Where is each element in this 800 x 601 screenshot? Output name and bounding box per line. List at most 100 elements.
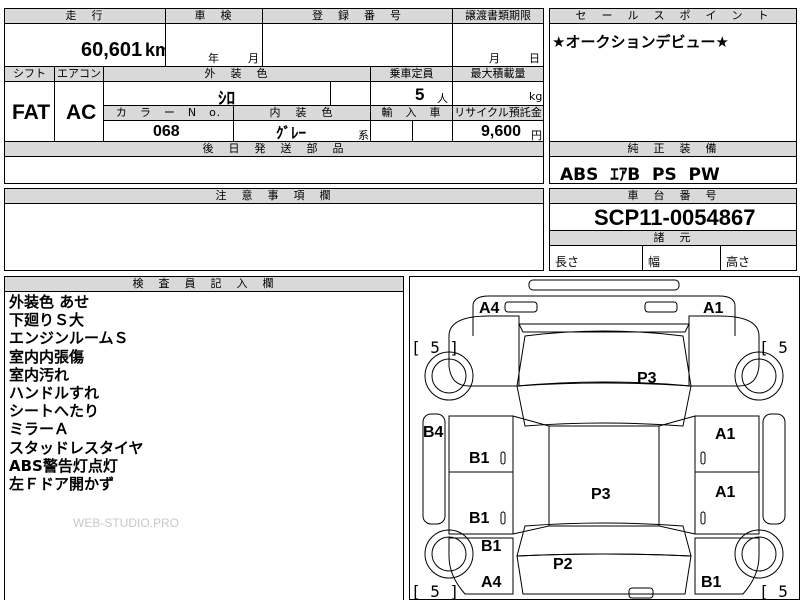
equipment-header: 純 正 装 備	[549, 141, 797, 157]
front-right-fender-shape	[688, 315, 760, 387]
tire-label: [ 5 ]	[759, 582, 800, 601]
remark-line: シートへたり	[9, 402, 100, 421]
chassis-header: 車 台 番 号	[549, 188, 797, 204]
shift-header: シフト	[4, 66, 55, 82]
car-outline	[409, 276, 800, 600]
aircon-header: エアコン	[54, 66, 104, 82]
inspection-cell: 年 月	[165, 23, 263, 67]
import-header: 輸 入 車	[370, 105, 453, 121]
exterior-color-extra	[330, 81, 371, 106]
front-left-fender-shape	[448, 315, 520, 387]
recycle-header: リサイクル預託金	[452, 105, 544, 121]
remark-line: 下廻りＳ大	[9, 311, 85, 330]
import-cell-b	[412, 120, 453, 142]
mileage-value: 60,601	[81, 39, 143, 61]
recycle-value: 9,600	[481, 123, 522, 140]
interior-color-header: 内 装 色	[233, 105, 371, 121]
notes-box	[4, 203, 544, 271]
interior-color-cell: ｸﾞﾚｰ 系	[233, 120, 371, 142]
chassis-value: SCP11-0054867	[594, 205, 756, 230]
color-no-value: 068	[153, 123, 180, 140]
transfer-header: 譲渡書類期限	[452, 8, 544, 24]
aircon-value: AC	[66, 101, 97, 124]
damage-label: P3	[591, 486, 611, 503]
remark-line: 外装色 あせ	[9, 293, 90, 311]
top-edge	[4, 0, 544, 9]
front-bumper-shape	[528, 279, 680, 291]
transfer-cell: 月 日	[452, 23, 544, 67]
remark-line: 室内内張傷	[9, 347, 85, 366]
damage-label: A4	[481, 574, 502, 591]
recycle-unit: 円	[531, 129, 542, 142]
shift-cell: FAT	[4, 81, 55, 142]
damage-label: A4	[479, 300, 500, 317]
damage-label: A1	[715, 484, 736, 501]
rear-right-door-shape	[694, 471, 760, 535]
width-label: 幅	[648, 255, 661, 269]
remark-line: ABS警告灯点灯	[9, 456, 118, 475]
remark-line: ミラーＡ	[9, 420, 70, 439]
damage-label: P2	[553, 556, 573, 573]
tire-label: [ 5 ]	[759, 338, 800, 357]
exterior-color-cell: ｼﾛ	[103, 81, 331, 106]
notes-header: 注 意 事 項 欄	[4, 188, 544, 204]
damage-label: A1	[715, 426, 736, 443]
equipment-value: ABS ｴｱB PS PW	[560, 165, 720, 185]
damage-label: B1	[469, 510, 490, 527]
registration-cell	[262, 23, 453, 67]
parts-later-header: 後 日 発 送 部 品	[4, 141, 544, 157]
length-cell: 長さ	[549, 245, 643, 271]
transfer-month-unit: 月	[489, 52, 500, 65]
color-no-cell: 068	[103, 120, 234, 142]
tire-label: [ 5 ]	[411, 338, 460, 357]
color-no-header: カ ラ ー N o.	[103, 105, 234, 121]
chassis-box: SCP11-0054867	[549, 203, 797, 231]
capacity-header: 乗車定員	[370, 66, 453, 82]
mileage-unit: km	[145, 40, 165, 60]
damage-label: A1	[703, 300, 724, 317]
height-label: 高さ	[726, 255, 751, 269]
transfer-day-unit: 日	[529, 52, 540, 65]
capacity-unit: 人	[437, 92, 448, 105]
right-sill-shape	[762, 413, 786, 525]
sales-text: ★オークションデビュー★	[552, 33, 729, 51]
width-cell: 幅	[642, 245, 721, 271]
interior-color-value: ｸﾞﾚｰ	[276, 124, 307, 142]
damage-label: B1	[481, 538, 502, 555]
capacity-cell: 5 人	[370, 81, 453, 106]
damage-label: B1	[469, 450, 490, 467]
import-cell-a	[370, 120, 413, 142]
sales-header: セ ー ル ス ポ イ ン ト	[549, 8, 797, 24]
hood-shape	[516, 330, 692, 387]
inspector-box: 外装色 あせ 下廻りＳ大 エンジンルームＳ 室内内張傷 室内汚れ ハンドルすれ …	[4, 291, 404, 600]
mileage-header: 走 行	[4, 8, 166, 24]
inspection-year-unit: 年	[208, 52, 219, 65]
parts-later-cell	[4, 156, 544, 184]
windshield-shape	[516, 381, 692, 427]
damage-label: B4	[423, 424, 444, 441]
length-label: 長さ	[555, 255, 580, 269]
remark-line: エンジンルームＳ	[9, 329, 129, 348]
height-cell: 高さ	[720, 245, 797, 271]
vehicle-info-grid: 走 行 車 検 登 録 番 号 譲渡書類期限 60,601 km 年 月 月 日…	[4, 8, 544, 184]
remark-line: 左Ｆドア開かず	[9, 475, 115, 494]
headlight-right-shape	[644, 301, 678, 313]
equipment-box: ABS ｴｱB PS PW	[549, 156, 797, 185]
specs-header: 諸 元	[549, 230, 797, 246]
mileage-cell: 60,601 km	[4, 23, 166, 67]
damage-label: B1	[701, 574, 722, 591]
sales-box: ★オークションデビュー★	[549, 23, 797, 142]
remark-line: 室内汚れ	[9, 365, 70, 384]
roof-shape	[548, 425, 660, 527]
max-load-cell: kg	[452, 81, 544, 106]
remark-line: ハンドルすれ	[9, 384, 100, 403]
exterior-color-value: ｼﾛ	[218, 89, 235, 106]
inspection-header: 車 検	[165, 8, 263, 24]
max-load-header: 最大積載量	[452, 66, 544, 82]
capacity-value: 5	[415, 85, 425, 104]
shift-value: FAT	[12, 101, 51, 124]
inspection-month-unit: 月	[248, 52, 259, 65]
exterior-color-header: 外 装 色	[103, 66, 371, 82]
damage-label: P3	[637, 370, 657, 387]
registration-header: 登 録 番 号	[262, 8, 453, 24]
